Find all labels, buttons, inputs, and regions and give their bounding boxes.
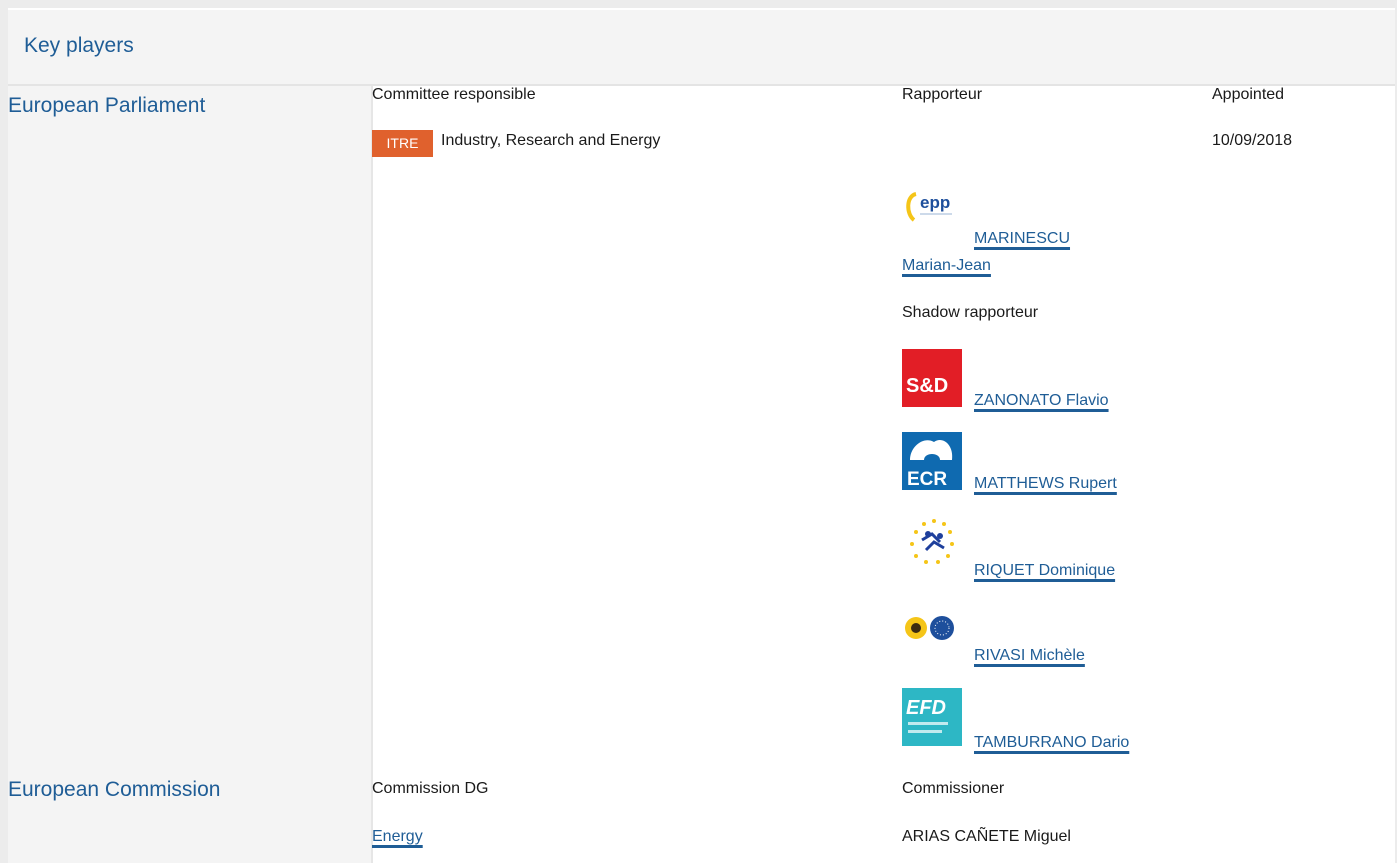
shadow-rapporteur-link-matthews[interactable]: MATTHEWS Rupert xyxy=(974,475,1117,493)
rapporteur-link-line2[interactable]: Marian-Jean xyxy=(902,257,991,275)
committee-name: Industry, Research and Energy xyxy=(441,132,661,149)
commission-dg-header: Commission DG xyxy=(372,780,489,797)
section-title: Key players xyxy=(24,34,134,57)
svg-text:ECR: ECR xyxy=(907,469,947,490)
svg-text:S&D: S&D xyxy=(906,375,948,397)
institution-european-commission: European Commission xyxy=(8,778,221,801)
rapporteur-link-line1[interactable]: MARINESCU xyxy=(974,230,1070,248)
appointed-date: 10/09/2018 xyxy=(1212,132,1293,149)
commission-dg-link[interactable]: Energy xyxy=(372,828,423,846)
section-header: Key players xyxy=(8,10,1395,86)
commissioner-name: ARIAS CAÑETE Miguel xyxy=(902,828,1071,845)
rapporteur-header: Rapporteur xyxy=(902,86,983,103)
svg-text:EFD: EFD xyxy=(906,697,946,719)
shadow-rapporteur-label: Shadow rapporteur xyxy=(902,304,1039,321)
institution-column: European Parliament European Commission xyxy=(8,86,373,863)
shadow-rapporteur-link-tamburrano[interactable]: TAMBURRANO Dario xyxy=(974,734,1129,752)
institution-european-parliament: European Parliament xyxy=(8,94,206,117)
committee-badge[interactable]: ITRE xyxy=(372,130,433,157)
greens-efa-logo-icon xyxy=(902,602,962,660)
shadow-rapporteur-link-zanonato[interactable]: ZANONATO Flavio xyxy=(974,392,1109,410)
committee-responsible-header: Committee responsible xyxy=(372,86,536,103)
efdd-logo-icon: EFD xyxy=(902,688,962,746)
renew-stars-logo-icon xyxy=(902,516,962,574)
shadow-rapporteur-link-riquet[interactable]: RIQUET Dominique xyxy=(974,562,1115,580)
ecr-logo-icon: ECR xyxy=(902,432,962,490)
shadow-rapporteur-link-rivasi[interactable]: RIVASI Michèle xyxy=(974,647,1085,665)
commissioner-header: Commissioner xyxy=(902,780,1005,797)
epp-logo-icon: epp xyxy=(902,186,962,244)
s-and-d-logo-icon: S&D xyxy=(902,349,962,407)
svg-text:epp: epp xyxy=(920,193,950,212)
appointed-header: Appointed xyxy=(1212,86,1285,103)
